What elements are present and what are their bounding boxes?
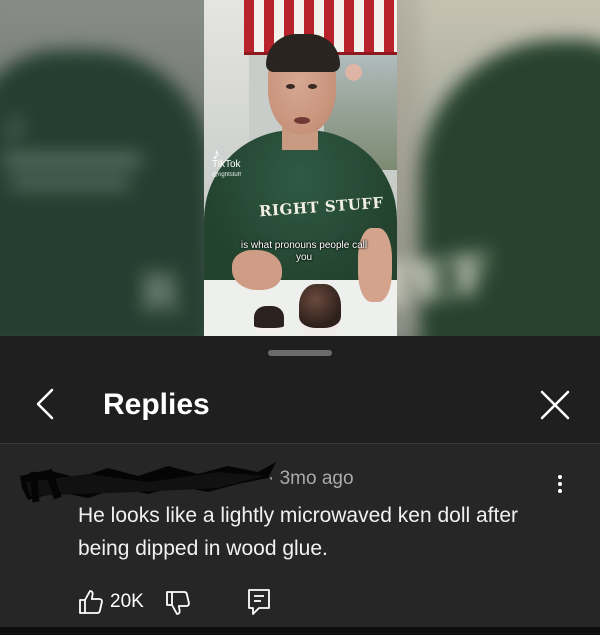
reply-comment: · 3mo ago He looks like a lightly microw… (0, 444, 600, 635)
reply-icon (248, 589, 270, 615)
bottom-edge (0, 627, 600, 635)
replies-sheet: Replies · 3mo ago He looks like a lightl… (0, 336, 600, 635)
like-count: 20K (110, 591, 144, 612)
reply-button[interactable] (246, 587, 272, 617)
close-button[interactable] (536, 386, 574, 424)
thumbs-up-icon (79, 590, 103, 614)
sheet-title: Replies (103, 388, 210, 421)
comment-timestamp: · 3mo ago (268, 468, 354, 489)
video-caption: is what pronouns people call you (240, 240, 368, 263)
chevron-left-icon (36, 388, 54, 420)
drag-handle[interactable] (268, 350, 332, 356)
video-frame: ● RIGHT STUFF ♪ TikTok @rightstuff is wh… (204, 0, 397, 336)
more-vertical-icon (548, 475, 572, 493)
tiktok-watermark-label: TikTok (212, 159, 241, 170)
back-button[interactable] (30, 384, 60, 424)
dessert-cup-large (299, 284, 341, 336)
redacted-username (20, 462, 276, 503)
sheet-header: Replies (0, 336, 600, 444)
comment-text: He looks like a lightly microwaved ken d… (78, 504, 519, 560)
video-player[interactable]: ♪ R TEF ● RIGHT STUFF ♪ TikTok @rightstu… (0, 0, 600, 336)
dessert-cup-small (254, 306, 284, 334)
close-icon (540, 390, 570, 420)
like-button[interactable] (77, 588, 105, 616)
thumbs-down-icon (166, 591, 190, 615)
dislike-button[interactable] (164, 589, 192, 617)
more-options-button[interactable] (548, 472, 572, 502)
tiktok-watermark: ♪ TikTok @rightstuff (212, 147, 241, 180)
tiktok-handle: @rightstuff (212, 172, 241, 178)
